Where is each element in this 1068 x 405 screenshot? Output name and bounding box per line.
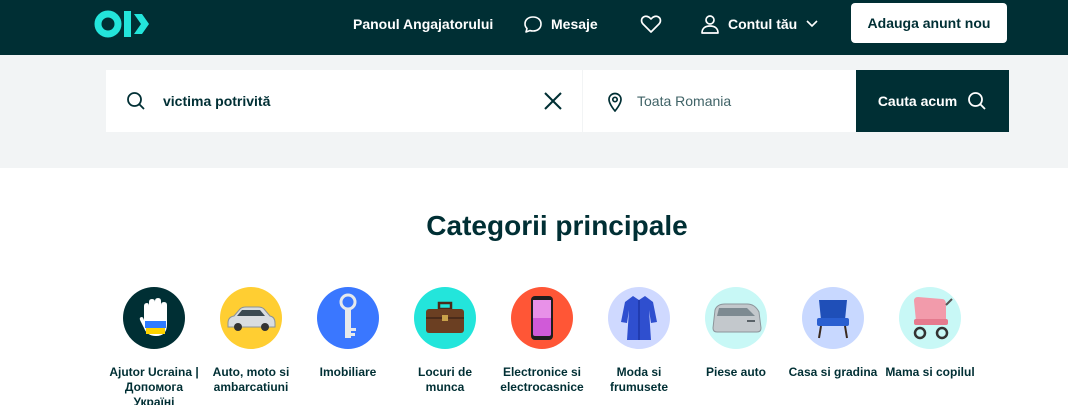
employer-panel-label: Panoul Angajatorului: [353, 16, 494, 32]
employer-panel-link[interactable]: Panoul Angajatorului: [353, 14, 493, 34]
category-label: Imobiliare: [319, 365, 377, 379]
dress-icon: [608, 287, 670, 349]
search-icon: [968, 92, 986, 110]
category-fashion[interactable]: Moda si frumusete: [591, 287, 687, 395]
heart-icon: [640, 15, 662, 33]
category-label: Locuri de munca: [417, 365, 472, 394]
category-auto[interactable]: Auto, moto si ambarcatiuni: [203, 287, 299, 395]
post-ad-button[interactable]: Adauga anunt nou: [851, 3, 1007, 43]
search-icon: [127, 92, 145, 110]
category-electronics[interactable]: Electronice si electrocasnice: [494, 287, 590, 395]
favorites-link[interactable]: [640, 14, 662, 34]
account-menu[interactable]: Contul tău: [700, 14, 819, 34]
category-real-estate[interactable]: Imobiliare: [300, 287, 396, 380]
top-header: Panoul Angajatorului Mesaje Contul tău A…: [0, 0, 1068, 55]
chair-icon: [802, 287, 864, 349]
car-icon: [220, 287, 282, 349]
search-submit-label: Cauta acum: [877, 93, 958, 109]
olx-logo-icon: [94, 10, 149, 38]
category-label: Ajutor Ucraina | Допомога Україні: [109, 365, 199, 405]
messages-label: Mesaje: [551, 16, 598, 32]
category-label: Piese auto: [705, 365, 767, 379]
category-home-garden[interactable]: Casa si gradina: [785, 287, 881, 380]
phone-icon: [511, 287, 573, 349]
category-label: Auto, moto si ambarcatiuni: [212, 365, 290, 394]
location-pin-icon: [608, 92, 622, 112]
ukraine-hand-icon: [123, 287, 185, 349]
search-submit-button[interactable]: Cauta acum: [856, 70, 1009, 132]
search-band: Cauta acum: [0, 55, 1068, 168]
chevron-down-icon: [806, 20, 818, 28]
stroller-icon: [899, 287, 961, 349]
clear-search-icon[interactable]: [543, 91, 563, 111]
key-icon: [317, 287, 379, 349]
olx-logo[interactable]: [94, 7, 154, 43]
category-jobs[interactable]: Locuri de munca: [397, 287, 493, 395]
category-label: Casa si gradina: [788, 365, 878, 379]
user-icon: [701, 15, 719, 34]
category-label: Mama si copilul: [885, 365, 975, 379]
search-input[interactable]: [163, 88, 543, 114]
chat-icon: [524, 16, 542, 33]
account-label: Contul tău: [728, 16, 798, 32]
briefcase-icon: [414, 287, 476, 349]
location-input[interactable]: [637, 88, 837, 114]
category-mother-child[interactable]: Mama si copilul: [882, 287, 978, 380]
category-ukraine-help[interactable]: Ajutor Ucraina | Допомога Україні: [106, 287, 202, 405]
post-ad-label: Adauga anunt nou: [867, 15, 991, 31]
category-label: Moda si frumusete: [609, 365, 668, 394]
location-box: [583, 70, 856, 132]
search-box: [106, 70, 582, 132]
categories-title: Categorii principale: [426, 210, 688, 241]
categories-list: Ajutor Ucraina | Допомога Україні Auto, …: [106, 287, 986, 405]
category-label: Electronice si electrocasnice: [500, 365, 584, 394]
car-door-icon: [705, 287, 767, 349]
category-auto-parts[interactable]: Piese auto: [688, 287, 784, 380]
messages-link[interactable]: Mesaje: [523, 14, 598, 34]
